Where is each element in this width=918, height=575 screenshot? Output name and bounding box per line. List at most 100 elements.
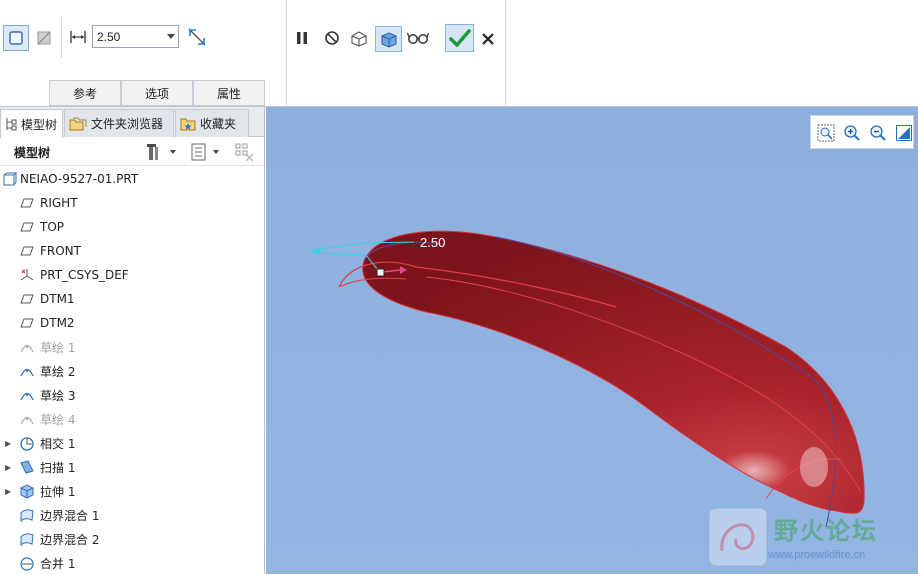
tab-references[interactable]: 参考 xyxy=(49,80,121,106)
list-icon xyxy=(191,143,219,161)
no-preview-button[interactable] xyxy=(321,27,343,49)
sketch-icon xyxy=(18,410,36,428)
tree-item-intersect-1[interactable]: ▶ 相交 1 xyxy=(0,431,262,455)
show-menu-button[interactable] xyxy=(187,141,225,163)
tree-item-right[interactable]: RIGHT xyxy=(0,191,262,215)
tree-item-label: 草绘 2 xyxy=(40,364,76,379)
tree-item-label: NEIAO-9527-01.PRT xyxy=(20,172,139,186)
tree-item-label: 边界混合 1 xyxy=(40,508,100,523)
tree-item-csys[interactable]: PRT_CSYS_DEF xyxy=(0,263,262,287)
tab-folder-browser[interactable]: 文件夹浏览器 xyxy=(64,109,174,137)
tree-item-part[interactable]: NEIAO-9527-01.PRT xyxy=(0,167,262,191)
tree-item-label: 拉伸 1 xyxy=(40,484,76,499)
expand-arrow-icon[interactable]: ▶ xyxy=(5,487,13,496)
model-viewport xyxy=(266,107,918,574)
close-icon xyxy=(482,33,494,45)
tab-model-tree[interactable]: 模型树 xyxy=(0,109,63,138)
tree-item-label: FRONT xyxy=(40,244,81,258)
glasses-icon xyxy=(407,32,429,44)
pause-button[interactable] xyxy=(291,27,313,49)
extrude-icon xyxy=(18,482,36,500)
refit-icon xyxy=(817,124,835,142)
glasses-preview-button[interactable] xyxy=(405,27,431,49)
repaint-button[interactable] xyxy=(893,122,915,144)
tree-item-front[interactable]: FRONT xyxy=(0,239,262,263)
no-preview-icon xyxy=(325,31,339,45)
refit-button[interactable] xyxy=(815,122,837,144)
settings-button[interactable] xyxy=(144,141,182,163)
tools-icon xyxy=(147,144,176,160)
tree-item-boundary-blend-1[interactable]: 边界混合 1 xyxy=(0,503,262,527)
verify-preview-button[interactable] xyxy=(375,26,402,52)
tab-options-label: 选项 xyxy=(144,86,169,101)
remove-material-button[interactable] xyxy=(32,25,56,51)
repaint-icon xyxy=(896,125,912,141)
solid-cube-icon xyxy=(9,31,23,45)
tab-favorites[interactable]: 收藏夹 xyxy=(175,109,249,137)
zoom-out-icon xyxy=(870,125,886,141)
tree-item-sketch-3[interactable]: 草绘 3 xyxy=(0,383,262,407)
zoom-in-icon xyxy=(844,125,860,141)
tree-item-label: DTM2 xyxy=(40,316,75,330)
tree-item-label: 相交 1 xyxy=(40,436,76,451)
merge-icon xyxy=(18,554,36,572)
favorites-folder-icon xyxy=(180,118,196,130)
tree-item-label: 草绘 1 xyxy=(40,340,76,355)
csys-icon xyxy=(18,266,36,284)
thickness-dimension-icon xyxy=(68,27,88,47)
tree-item-merge-1[interactable]: 合并 1 xyxy=(0,551,262,575)
tree-item-extrude-1[interactable]: ▶ 拉伸 1 xyxy=(0,479,262,503)
apply-button[interactable] xyxy=(445,24,474,52)
part-icon xyxy=(1,170,19,188)
tree-item-sweep-1[interactable]: ▶ 扫描 1 xyxy=(0,455,262,479)
zoom-out-button[interactable] xyxy=(867,122,889,144)
tree-item-label: RIGHT xyxy=(40,196,78,210)
thickness-dimension-label[interactable]: 2.50 xyxy=(420,235,445,250)
checkmark-icon xyxy=(448,29,471,47)
tree-item-top[interactable]: TOP xyxy=(0,215,262,239)
expand-arrow-icon[interactable]: ▶ xyxy=(5,463,13,472)
thickness-dropdown-button[interactable] xyxy=(163,25,179,48)
expand-arrow-icon[interactable]: ▶ xyxy=(5,439,13,448)
datum-plane-icon xyxy=(18,194,36,212)
tree-item-label: 草绘 4 xyxy=(40,412,76,427)
solid-thicken-button[interactable] xyxy=(3,25,29,51)
navigator-tabs: 模型树 文件夹浏览器 收藏夹 xyxy=(0,107,264,138)
watermark-logo-icon xyxy=(709,508,767,566)
tree-item-sketch-2[interactable]: 草绘 2 xyxy=(0,359,262,383)
separate-preview-icon xyxy=(351,31,367,47)
tree-item-sketch-4[interactable]: 草绘 4 xyxy=(0,407,262,431)
datum-plane-icon xyxy=(18,314,36,332)
thickness-input[interactable] xyxy=(92,25,164,48)
sketch-icon xyxy=(18,362,36,380)
filter-button[interactable] xyxy=(231,141,257,163)
tree-item-label: DTM1 xyxy=(40,292,75,306)
tree-item-label: 边界混合 2 xyxy=(40,532,100,547)
zoom-in-button[interactable] xyxy=(841,122,863,144)
intersect-icon xyxy=(18,434,36,452)
separate-preview-button[interactable] xyxy=(347,27,371,49)
tree-item-boundary-blend-2[interactable]: 边界混合 2 xyxy=(0,527,262,551)
watermark-url: www.proewildfire.cn xyxy=(768,549,866,561)
tab-folder-browser-label: 文件夹浏览器 xyxy=(91,117,164,131)
watermark-title: 野火论坛 xyxy=(774,517,878,545)
graphics-window[interactable]: 2.50 野火论坛 www.proewildfire.cn xyxy=(266,107,918,574)
tab-references-label: 参考 xyxy=(72,86,97,101)
tab-properties[interactable]: 属性 xyxy=(193,80,265,106)
tree-item-sketch-1[interactable]: 草绘 1 xyxy=(0,335,262,359)
tree-item-dtm1[interactable]: DTM1 xyxy=(0,287,262,311)
cancel-button[interactable] xyxy=(478,28,498,50)
tree-item-label: 扫描 1 xyxy=(40,460,76,475)
tree-item-label: 合并 1 xyxy=(40,556,76,571)
navigator-panel: 模型树 文件夹浏览器 收藏夹 模型树 NEIAO-9527-01.PRT RIG… xyxy=(0,107,265,574)
datum-plane-icon xyxy=(18,218,36,236)
tab-properties-label: 属性 xyxy=(216,86,241,101)
folder-icon xyxy=(69,117,87,130)
flip-direction-button[interactable] xyxy=(184,24,210,50)
sketch-icon xyxy=(18,386,36,404)
tree-item-dtm2[interactable]: DTM2 xyxy=(0,311,262,335)
tab-options[interactable]: 选项 xyxy=(121,80,193,106)
flip-direction-icon xyxy=(188,28,206,46)
sweep-icon xyxy=(18,458,36,476)
boundary-blend-icon xyxy=(18,506,36,524)
